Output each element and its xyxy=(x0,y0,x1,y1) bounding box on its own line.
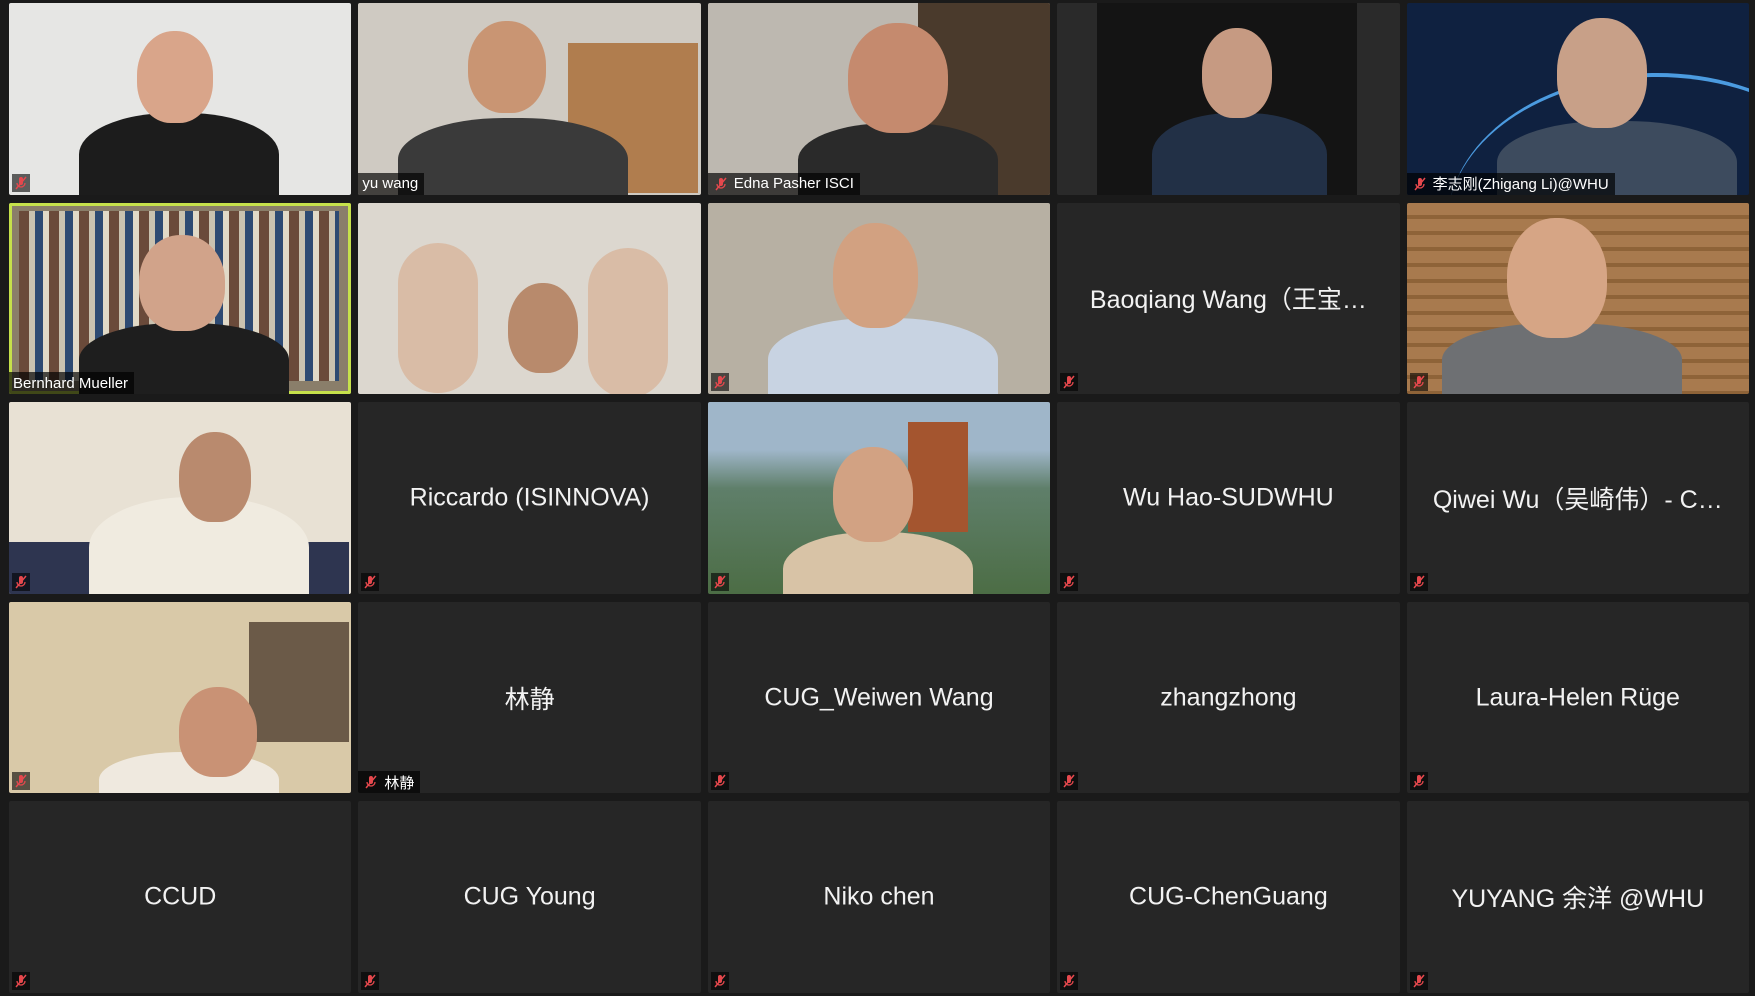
mic-muted-icon xyxy=(1409,373,1428,392)
participant-name: CCUD xyxy=(144,882,217,911)
video-feed xyxy=(358,203,700,395)
video-feed xyxy=(9,3,351,195)
participant-tile[interactable]: Laura-Helen Rüge xyxy=(1406,601,1749,794)
participant-name: YUYANG 余洋 @WHU xyxy=(1451,885,1705,914)
participant-tile[interactable]: Baoqiang Wang（王宝… xyxy=(1057,202,1400,395)
mic-muted-icon xyxy=(1060,572,1079,591)
participant-name: 林静 xyxy=(504,685,555,714)
mic-muted-icon xyxy=(362,773,380,791)
mic-muted-icon xyxy=(1409,972,1428,990)
participant-tile[interactable]: 李志刚(Zhigang Li)@WHU xyxy=(1406,3,1749,195)
participant-name: CUG-ChenGuang xyxy=(1129,882,1328,911)
mic-muted-icon xyxy=(1409,572,1428,591)
participant-name: Laura-Helen Rüge xyxy=(1475,683,1680,712)
gallery-grid: yu wang Edna Pasher ISCI 李志刚(Zhigang Li) xyxy=(9,3,1749,993)
mic-muted-icon xyxy=(361,972,380,990)
participant-tile[interactable]: CUG_Weiwen Wang xyxy=(707,601,1051,794)
participant-name: Baoqiang Wang（王宝… xyxy=(1089,286,1367,315)
mic-muted-icon xyxy=(1411,175,1429,193)
participant-tile-active-speaker[interactable]: Bernhard Mueller xyxy=(9,202,352,395)
mic-muted-icon xyxy=(361,572,380,591)
participant-name: Wu Hao-SUDWHU xyxy=(1123,483,1334,512)
participant-name: Qiwei Wu（吴崎伟）- C… xyxy=(1432,485,1723,514)
video-feed xyxy=(1407,203,1749,395)
video-feed xyxy=(708,203,1050,395)
mic-muted-icon xyxy=(1060,772,1079,791)
video-feed xyxy=(1407,3,1749,195)
mic-muted-icon xyxy=(1409,772,1428,791)
participant-label: 李志刚(Zhigang Li)@WHU xyxy=(1406,172,1615,195)
participant-label: Bernhard Mueller xyxy=(9,372,135,395)
participant-tile[interactable]: Riccardo (ISINNOVA) xyxy=(358,402,701,594)
participant-name: Edna Pasher ISCI xyxy=(733,175,854,193)
participant-tile[interactable] xyxy=(1406,202,1749,395)
participant-tile[interactable] xyxy=(1057,3,1400,195)
mic-muted-icon xyxy=(12,173,30,192)
mic-muted-icon xyxy=(710,972,729,990)
participant-tile[interactable] xyxy=(707,402,1051,594)
participant-tile[interactable]: CCUD xyxy=(9,801,352,993)
participant-name: Niko chen xyxy=(823,882,935,911)
participant-tile[interactable]: Qiwei Wu（吴崎伟）- C… xyxy=(1406,402,1749,594)
participant-name: zhangzhong xyxy=(1160,683,1297,712)
video-feed xyxy=(708,3,1051,195)
participant-name: CUG Young xyxy=(463,882,596,911)
participant-name: yu wang xyxy=(362,175,419,193)
video-feed xyxy=(9,203,351,395)
participant-tile[interactable]: Niko chen xyxy=(707,801,1051,993)
participant-name: CUG_Weiwen Wang xyxy=(764,683,994,712)
video-feed xyxy=(1057,3,1399,195)
participant-tile[interactable]: zhangzhong xyxy=(1057,601,1400,794)
participant-name: 李志刚(Zhigang Li)@WHU xyxy=(1432,176,1609,194)
participant-tile[interactable]: CUG Young xyxy=(358,801,701,993)
mic-muted-icon xyxy=(712,175,730,193)
participant-tile[interactable]: yu wang xyxy=(358,3,701,195)
participant-tile[interactable] xyxy=(707,202,1051,395)
mic-muted-icon xyxy=(12,972,30,990)
participant-tile[interactable]: Edna Pasher ISCI xyxy=(707,3,1051,195)
participant-name: Riccardo (ISINNOVA) xyxy=(409,483,650,512)
participant-tile[interactable] xyxy=(9,3,352,195)
mic-muted-icon xyxy=(1060,972,1079,990)
participant-tile[interactable]: YUYANG 余洋 @WHU xyxy=(1406,801,1749,993)
video-feed xyxy=(9,602,351,794)
participant-label: Edna Pasher ISCI xyxy=(707,172,860,195)
participant-tile[interactable] xyxy=(9,601,352,794)
mic-muted-icon xyxy=(710,572,729,591)
mic-muted-icon xyxy=(710,373,729,392)
participant-tile[interactable]: CUG-ChenGuang xyxy=(1057,801,1400,993)
mic-muted-icon xyxy=(12,572,30,591)
video-feed xyxy=(9,402,351,594)
mic-muted-icon xyxy=(710,772,729,791)
participant-label-name: 林静 xyxy=(384,774,415,792)
video-feed xyxy=(358,3,700,195)
participant-label: 林静 xyxy=(358,771,421,794)
mic-muted-icon xyxy=(12,772,30,791)
participant-tile[interactable]: 林静 林静 xyxy=(358,601,701,794)
participant-label: yu wang xyxy=(358,172,425,195)
participant-tile[interactable]: Wu Hao-SUDWHU xyxy=(1057,402,1400,594)
mic-muted-icon xyxy=(1060,373,1079,392)
participant-tile[interactable] xyxy=(358,202,701,395)
video-feed xyxy=(708,402,1050,594)
participant-name: Bernhard Mueller xyxy=(13,374,129,392)
participant-tile[interactable] xyxy=(9,402,352,594)
